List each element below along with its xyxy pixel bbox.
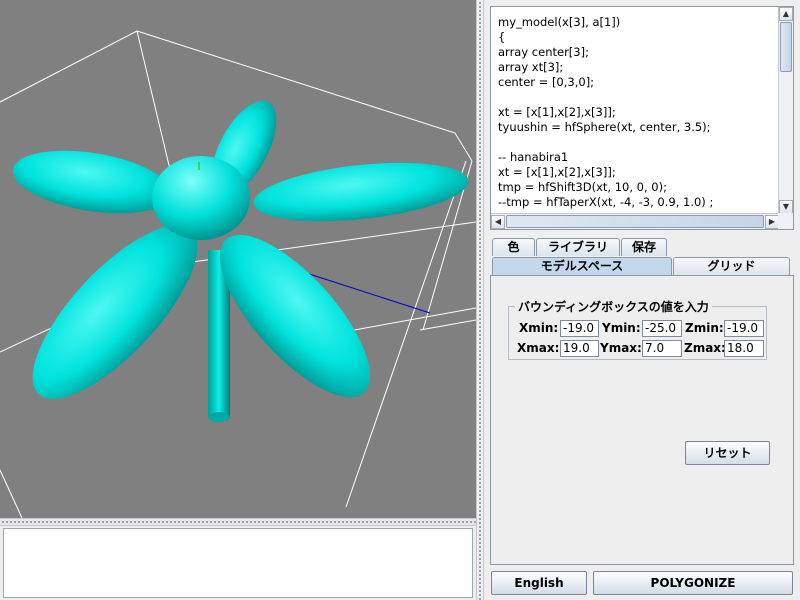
tab-library[interactable]: ライブラリ bbox=[536, 238, 620, 256]
scroll-right-button[interactable]: ▶ bbox=[765, 215, 779, 229]
tab-color[interactable]: 色 bbox=[492, 238, 535, 256]
horizontal-scrollbar[interactable]: ◀ ▶ bbox=[491, 213, 779, 229]
vertical-scroll-thumb[interactable] bbox=[780, 22, 792, 72]
xmin-field[interactable]: -19.0 bbox=[560, 320, 599, 337]
right-panel: my_model(x[3], a[1]){array center[3]; arr… bbox=[484, 0, 800, 600]
code-line: tmp = hfShift3D(xt, 10, 0, 0); bbox=[498, 180, 667, 194]
vertical-splitter[interactable] bbox=[476, 0, 484, 600]
tab-model-space[interactable]: モデルスペース bbox=[492, 257, 672, 275]
xmax-field[interactable]: 19.0 bbox=[560, 340, 599, 357]
flower-center-sphere bbox=[152, 156, 250, 240]
bounding-box-title: バウンディングボックスの値を入力 bbox=[515, 298, 712, 315]
code-line: array center[3]; bbox=[498, 45, 589, 59]
petal-left bbox=[12, 150, 172, 214]
horizontal-scroll-thumb[interactable] bbox=[506, 215, 764, 228]
polygonize-button[interactable]: POLYGONIZE bbox=[593, 571, 793, 595]
xmin-label: Xmin: bbox=[519, 321, 559, 335]
code-line: xt = [x[1],x[2],x[3]]; bbox=[498, 105, 616, 119]
ymin-label: Ymin: bbox=[602, 321, 641, 335]
code-line: -- hanabira1 bbox=[498, 150, 569, 164]
vertical-scrollbar[interactable]: ▲ ▼ bbox=[778, 7, 793, 214]
tab-grid[interactable]: グリッド bbox=[673, 257, 790, 275]
tab-save[interactable]: 保存 bbox=[621, 238, 667, 256]
zmin-label: Zmin: bbox=[685, 321, 724, 335]
petal-right bbox=[253, 162, 469, 222]
3d-viewport[interactable] bbox=[0, 0, 476, 518]
code-editor[interactable]: my_model(x[3], a[1]){array center[3]; arr… bbox=[491, 7, 779, 213]
zmax-label: Zmax: bbox=[684, 341, 726, 355]
code-line: xt = [x[1],x[2],x[3]]; bbox=[498, 165, 616, 179]
horizontal-splitter[interactable] bbox=[0, 518, 476, 526]
zmax-field[interactable]: 18.0 bbox=[724, 340, 764, 357]
code-line: tyuushin = hfSphere(xt, center, 3.5); bbox=[498, 120, 711, 134]
code-line: center = [0,3,0]; bbox=[498, 75, 595, 89]
scroll-up-button[interactable]: ▲ bbox=[779, 7, 793, 21]
ymin-field[interactable]: -25.0 bbox=[642, 320, 682, 337]
zmin-field[interactable]: -19.0 bbox=[724, 320, 764, 337]
scroll-left-button[interactable]: ◀ bbox=[491, 215, 505, 229]
english-button[interactable]: English bbox=[491, 571, 587, 595]
ymax-label: Ymax: bbox=[600, 341, 642, 355]
code-line: { bbox=[498, 30, 506, 44]
code-line: my_model(x[3], a[1]) bbox=[498, 15, 621, 29]
code-line: --tmp = hfTaperX(xt, -4, -3, 0.9, 1.0) ; bbox=[498, 195, 714, 209]
ymax-field[interactable]: 7.0 bbox=[642, 340, 682, 357]
flower-model-render bbox=[0, 30, 476, 518]
console-output[interactable] bbox=[3, 528, 473, 598]
code-editor-pane: my_model(x[3], a[1]){array center[3]; arr… bbox=[490, 6, 794, 230]
scroll-down-button[interactable]: ▼ bbox=[779, 200, 793, 214]
code-line: array xt[3]; bbox=[498, 60, 564, 74]
xmax-label: Xmax: bbox=[517, 341, 560, 355]
reset-button[interactable]: リセット bbox=[685, 441, 770, 465]
